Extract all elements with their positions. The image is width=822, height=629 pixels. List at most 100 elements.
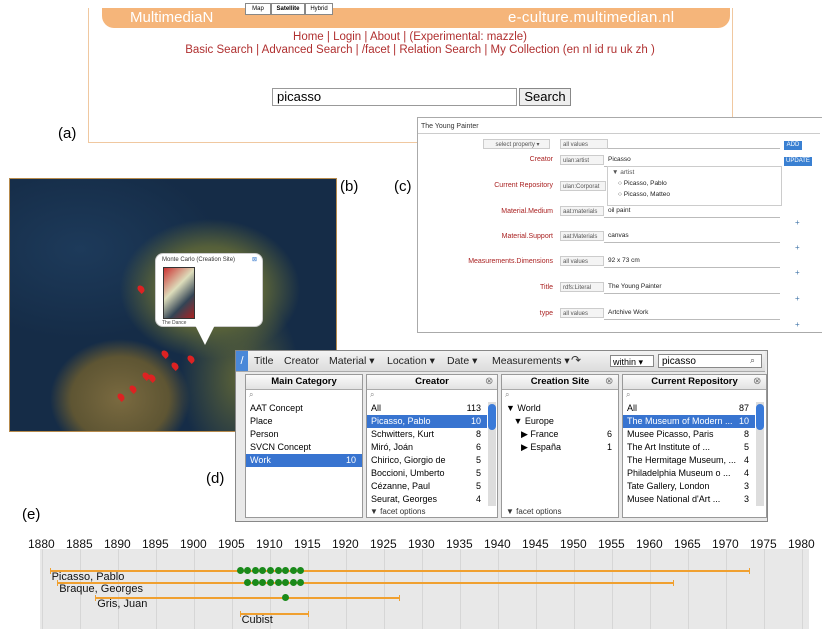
timeline-artwork-dot[interactable] (251, 579, 259, 586)
autocomplete-option[interactable]: ○ Picasso, Pablo (618, 180, 667, 187)
home-button[interactable]: / (236, 351, 248, 371)
add-value-icon[interactable]: + (795, 268, 800, 277)
menu-measurements[interactable]: Measurements ▾ (492, 355, 570, 367)
map-type-hybrid-button[interactable]: Hybrid (305, 3, 333, 15)
search-icon[interactable]: ⌕ (505, 390, 509, 400)
facet-row[interactable]: Schwitters, Kurt 8 (367, 428, 487, 441)
timeline-artwork-dot[interactable] (267, 579, 274, 586)
facet-search-input[interactable]: picasso (658, 354, 762, 368)
add-value-icon[interactable]: + (795, 243, 800, 252)
redo-icon[interactable]: ↷ (571, 353, 581, 367)
facet-row[interactable]: Tate Gallery, London 3 (623, 480, 755, 493)
facet-row[interactable]: Musee Picasso, Paris 8 (623, 428, 755, 441)
value-text[interactable]: The Young Painter (608, 283, 662, 290)
timeline-artwork-dot[interactable] (267, 567, 274, 574)
facet-options-toggle[interactable]: ▼ facet options (506, 507, 562, 518)
menu-title[interactable]: Title (254, 355, 273, 367)
tree-node[interactable]: ▼ Europe (502, 415, 618, 428)
value-source[interactable]: ulan:Corporat (560, 181, 606, 191)
property-label: Material.Medium (501, 208, 553, 215)
close-icon[interactable]: ⊗ (485, 376, 493, 387)
search-icon[interactable]: ⌕ (370, 390, 374, 400)
value-field[interactable] (604, 293, 780, 294)
facet-row[interactable]: The Hermitage Museum, ... 4 (623, 454, 755, 467)
value-text[interactable]: canvas (608, 232, 629, 239)
facet-row[interactable]: Cézanne, Paul 5 (367, 480, 487, 493)
artwork-thumbnail[interactable] (163, 267, 195, 319)
value-field[interactable] (604, 267, 780, 268)
facet-row[interactable]: Chirico, Giorgio de 5 (367, 454, 487, 467)
secondary-nav[interactable]: Basic Search | Advanced Search | /facet … (160, 44, 680, 56)
tree-node[interactable]: ▶ France 6 (502, 428, 618, 441)
facet-row[interactable]: Miró, Joán 6 (367, 441, 487, 454)
timeline-lifespan-bar[interactable] (49, 570, 749, 572)
scrollbar-thumb[interactable] (488, 404, 496, 430)
menu-date[interactable]: Date ▾ (447, 355, 477, 367)
scrollbar-thumb[interactable] (756, 404, 764, 430)
value-source[interactable]: all values (560, 139, 608, 149)
menu-location[interactable]: Location ▾ (387, 355, 435, 367)
facet-row[interactable]: All 113 (367, 402, 487, 415)
add-value-icon[interactable]: + (795, 320, 800, 329)
facet-row[interactable]: SVCN Concept (246, 441, 362, 454)
add-button[interactable]: ADD (784, 141, 802, 150)
timeline-artwork-dot[interactable] (274, 579, 282, 586)
tree-node[interactable]: ▶ España 1 (502, 441, 618, 454)
close-icon[interactable]: ⊠ (252, 256, 257, 263)
timeline-artwork-dot[interactable] (236, 567, 244, 574)
search-input[interactable]: picasso (272, 88, 517, 106)
select-property-dropdown[interactable]: select property ▾ (483, 139, 550, 149)
value-source[interactable]: rdfs:Literal (560, 282, 604, 292)
value-field[interactable] (608, 148, 780, 149)
facet-row[interactable]: Seurat, Georges 4 (367, 493, 487, 506)
value-field[interactable] (604, 217, 780, 218)
close-icon[interactable]: ⊗ (753, 376, 761, 387)
menu-material[interactable]: Material ▾ (329, 355, 375, 367)
map-type-satellite-button[interactable]: Satellite (271, 3, 305, 15)
timeline-gridline (156, 549, 157, 629)
search-button[interactable]: Search (519, 88, 571, 106)
timeline-artwork-dot[interactable] (289, 579, 297, 586)
facet-row[interactable]: AAT Concept (246, 402, 362, 415)
add-value-icon[interactable]: + (795, 218, 800, 227)
autocomplete-option[interactable]: ○ Picasso, Matteo (618, 191, 670, 198)
close-icon[interactable]: ⊗ (605, 376, 613, 387)
menu-creator[interactable]: Creator (284, 355, 319, 367)
map-type-map-button[interactable]: Map (245, 3, 271, 15)
update-button[interactable]: UPDATE (784, 157, 812, 166)
facet-row[interactable]: Person (246, 428, 362, 441)
facet-row[interactable]: Place (246, 415, 362, 428)
add-value-icon[interactable]: + (795, 294, 800, 303)
timeline-artwork-dot[interactable] (274, 567, 282, 574)
facet-row[interactable]: All 87 (623, 402, 755, 415)
facet-options-toggle[interactable]: ▼ facet options (370, 507, 426, 518)
primary-nav[interactable]: Home | Login | About | (Experimental: ma… (200, 31, 620, 43)
facet-row-selected[interactable]: The Museum of Modern ... 10 (623, 415, 755, 428)
search-icon[interactable]: ⌕ (249, 390, 253, 400)
tree-node[interactable]: ▼ World (502, 402, 618, 415)
site-logo[interactable]: MultimediaN (130, 9, 213, 26)
timeline-artwork-dot[interactable] (251, 567, 259, 574)
facet-row-selected[interactable]: Picasso, Pablo 10 (367, 415, 487, 428)
value-field[interactable] (604, 242, 780, 243)
value-source[interactable]: all values (560, 308, 604, 318)
timeline-lifespan-bar[interactable] (57, 582, 673, 584)
value-source[interactable]: all values (560, 256, 604, 266)
value-text[interactable]: 92 x 73 cm (608, 257, 640, 264)
within-select[interactable]: within ▾ (610, 355, 654, 367)
value-text[interactable]: oil paint (608, 207, 630, 214)
value-text[interactable]: Artchive Work (608, 309, 648, 316)
search-icon[interactable]: ⌕ (750, 355, 755, 366)
timeline-artwork-dot[interactable] (289, 567, 297, 574)
value-source[interactable]: aat:Materials (560, 231, 604, 241)
search-icon[interactable]: ⌕ (626, 390, 630, 400)
value-source[interactable]: ulan:artist (560, 155, 604, 165)
creator-value-input[interactable]: Picasso (608, 156, 631, 163)
facet-row[interactable]: Philadelphia Museum o ... 4 (623, 467, 755, 480)
facet-row[interactable]: The Art Institute of ... 5 (623, 441, 755, 454)
facet-row[interactable]: Boccioni, Umberto 5 (367, 467, 487, 480)
facet-row[interactable]: Musee National d'Art ... 3 (623, 493, 755, 506)
value-source[interactable]: aat:materials (560, 206, 604, 216)
facet-row-selected[interactable]: Work 10 (246, 454, 362, 467)
value-field[interactable] (604, 319, 780, 320)
